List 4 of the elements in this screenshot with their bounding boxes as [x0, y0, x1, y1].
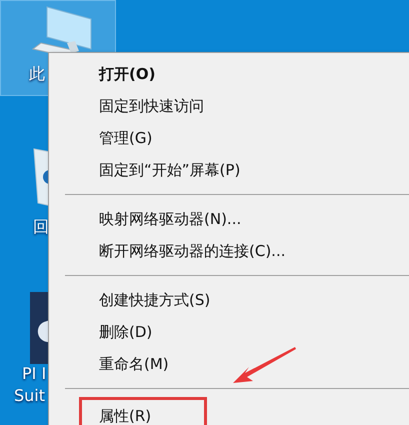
icon-label: 此: [29, 64, 45, 84]
icon-label: 回: [33, 217, 49, 237]
icon-label: Suit: [14, 386, 46, 406]
icon-label: PI I: [22, 364, 46, 384]
